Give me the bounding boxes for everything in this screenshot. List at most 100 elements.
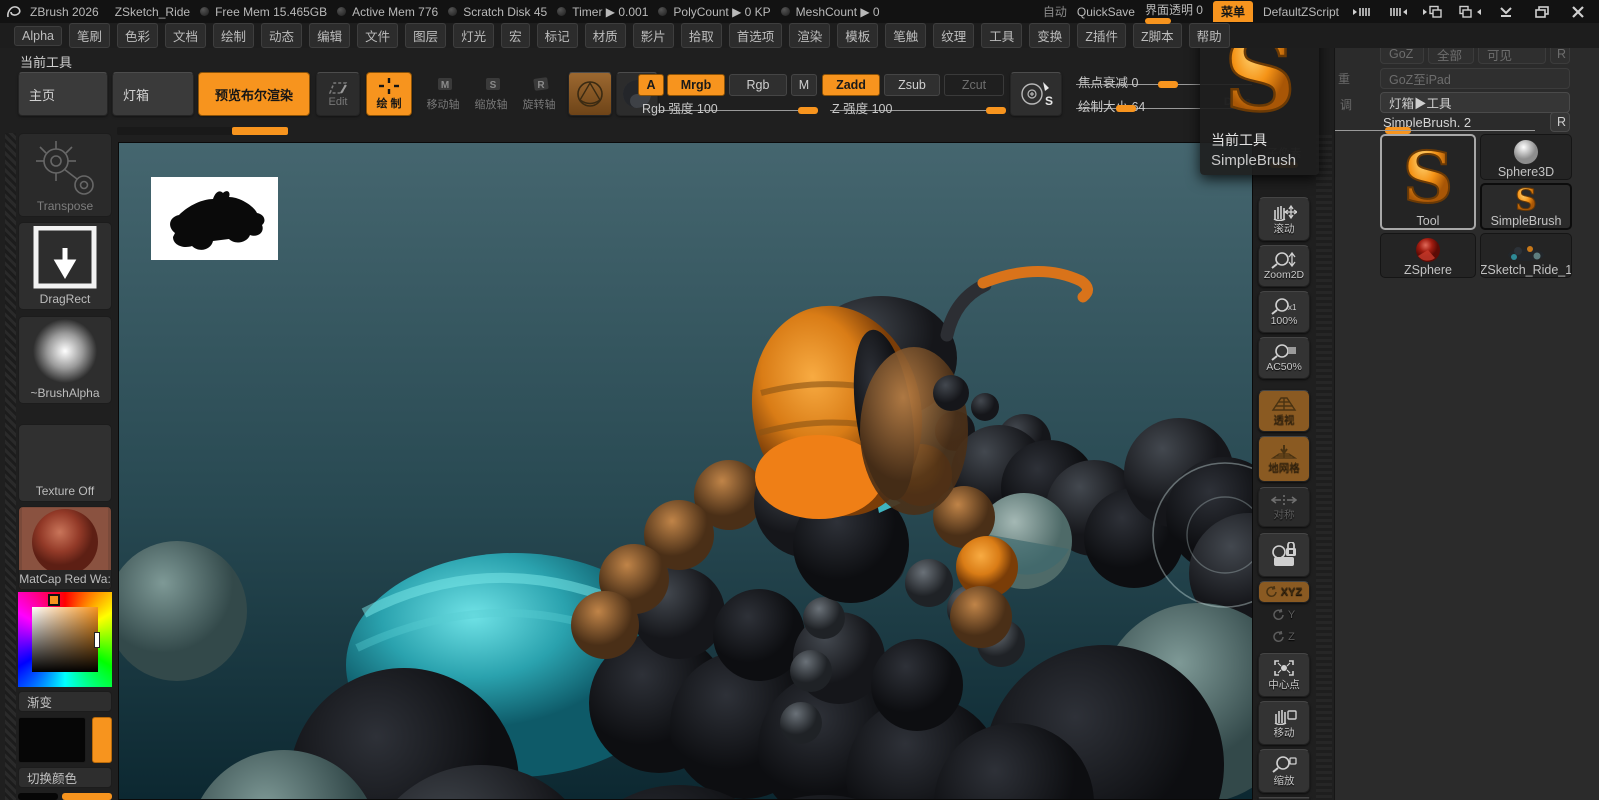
rotate-axis-button[interactable]: R 旋转轴 xyxy=(516,72,562,116)
menu-transform[interactable]: 变换 xyxy=(1029,23,1071,48)
active-tool-slider[interactable] xyxy=(1335,130,1535,131)
tool-item-zsphere[interactable]: ZSphere xyxy=(1380,233,1476,278)
z-intensity-handle[interactable] xyxy=(986,107,1006,114)
close-button[interactable] xyxy=(1565,4,1591,20)
active-tool-thumbnail[interactable]: S Tool xyxy=(1380,134,1476,230)
material-matcap-button[interactable]: MatCap Red Wa: xyxy=(18,506,112,590)
menu-stroke[interactable]: 笔触 xyxy=(885,23,927,48)
menu-brush[interactable]: 笔刷 xyxy=(68,23,110,48)
tool-r-button[interactable]: R xyxy=(1550,112,1570,132)
edit-button[interactable]: Edit xyxy=(316,72,360,116)
symmetry-button[interactable]: 对称 xyxy=(1258,487,1310,527)
alt-color-swatch-partial[interactable] xyxy=(18,793,58,800)
zadd-button[interactable]: Zadd xyxy=(822,74,880,96)
perspective-button[interactable]: 透视 xyxy=(1258,390,1310,432)
antialiased-half-button[interactable]: AC50% xyxy=(1258,337,1310,379)
secondary-color-swatch[interactable] xyxy=(92,717,112,763)
menu-edit[interactable]: 编辑 xyxy=(309,23,351,48)
zsub-button[interactable]: Zsub xyxy=(884,74,940,96)
rotate-y-button[interactable]: Y xyxy=(1258,605,1310,625)
rotate-z-button[interactable]: Z xyxy=(1258,627,1310,647)
move-axis-button[interactable]: M 移动轴 xyxy=(420,72,466,116)
quicksave-button[interactable]: QuickSave xyxy=(1077,5,1135,19)
menu-marker[interactable]: 标记 xyxy=(536,23,578,48)
color-picker[interactable] xyxy=(18,592,112,687)
pan-move-button[interactable]: 移动 xyxy=(1258,701,1310,745)
menu-preferences[interactable]: 首选项 xyxy=(728,23,783,48)
menu-alpha[interactable]: Alpha xyxy=(14,25,62,46)
camera-lock-button[interactable] xyxy=(1258,533,1310,577)
viewport-canvas[interactable] xyxy=(118,142,1253,800)
alpha-channel-button[interactable]: A xyxy=(638,74,664,96)
transpose-button[interactable]: Transpose xyxy=(18,133,112,217)
menu-movie[interactable]: 影片 xyxy=(632,23,674,48)
actual-size-button[interactable]: x1 100% xyxy=(1258,291,1310,333)
brush-preview-button[interactable] xyxy=(568,72,612,116)
menu-help[interactable]: 帮助 xyxy=(1188,23,1230,48)
alpha-brushalpha-button[interactable]: ~BrushAlpha xyxy=(18,316,112,404)
rgb-button[interactable]: Rgb xyxy=(729,74,787,96)
lightbox-divider-slider[interactable] xyxy=(117,127,288,135)
menu-draw[interactable]: 绘制 xyxy=(213,23,255,48)
hue-cursor[interactable] xyxy=(48,594,60,606)
menu-dynamic[interactable]: 动态 xyxy=(261,23,303,48)
menu-zplugin[interactable]: Z插件 xyxy=(1077,23,1126,48)
lightbox-button[interactable]: 灯箱 xyxy=(112,72,194,116)
m-button[interactable]: M xyxy=(791,74,817,96)
frame-center-button[interactable]: 中心点 xyxy=(1258,653,1310,697)
menu-layer[interactable]: 图层 xyxy=(405,23,447,48)
home-button[interactable]: 主页 xyxy=(18,72,108,116)
menu-light[interactable]: 灯光 xyxy=(453,23,495,48)
sv-cursor[interactable] xyxy=(94,632,100,648)
lazy-mouse-button[interactable]: S xyxy=(1010,72,1062,116)
draw-size-handle[interactable] xyxy=(1116,105,1136,112)
menu-macro[interactable]: 宏 xyxy=(501,23,530,48)
rgb-intensity-handle[interactable] xyxy=(798,107,818,114)
minimize-button[interactable] xyxy=(1493,4,1519,20)
floor-grid-button[interactable]: 地网格 xyxy=(1258,436,1310,482)
alt-color-swatch-partial[interactable] xyxy=(62,793,112,800)
menu-stencil[interactable]: 模板 xyxy=(837,23,879,48)
menu-zscript[interactable]: Z脚本 xyxy=(1132,23,1182,48)
menu-color[interactable]: 色彩 xyxy=(117,23,159,48)
menu-tool[interactable]: 工具 xyxy=(981,23,1023,48)
menu-picker[interactable]: 拾取 xyxy=(680,23,722,48)
next-ui-layout-button[interactable] xyxy=(1457,4,1483,20)
menu-file[interactable]: 文件 xyxy=(357,23,399,48)
main-color-swatch[interactable] xyxy=(18,717,86,763)
saturation-value-square[interactable] xyxy=(32,607,98,672)
menu-material[interactable]: 材质 xyxy=(584,23,626,48)
goz-ipad-button[interactable]: GoZ至iPad xyxy=(1380,68,1570,89)
prev-ui-layout-button[interactable] xyxy=(1421,4,1447,20)
zoom2d-button[interactable]: Zoom2D xyxy=(1258,245,1310,287)
stroke-dragrect-button[interactable]: DragRect xyxy=(18,222,112,310)
menu-document[interactable]: 文档 xyxy=(165,23,207,48)
rotate-xyz-button[interactable]: XYZ xyxy=(1258,581,1310,603)
texture-off-button[interactable]: Texture Off xyxy=(18,424,112,502)
ui-opacity-handle[interactable] xyxy=(1144,18,1171,24)
tool-item-simplebrush[interactable]: S SimpleBrush xyxy=(1480,183,1572,230)
menu-button[interactable]: 菜单 xyxy=(1212,1,1253,22)
restore-button[interactable] xyxy=(1529,4,1555,20)
ui-opacity-slider[interactable]: 界面透明 0 xyxy=(1144,1,1203,24)
zcut-button[interactable]: Zcut xyxy=(944,74,1004,96)
lightbox-to-tool-button[interactable]: 灯箱▶工具 xyxy=(1380,92,1570,113)
scroll-button[interactable]: 滚动 xyxy=(1258,197,1310,241)
tool-item-zsketch-ride[interactable]: ZSketch_Ride_1 xyxy=(1480,233,1572,278)
collapse-left-tray-button[interactable] xyxy=(1349,4,1375,20)
menu-texture[interactable]: 纹理 xyxy=(933,23,975,48)
zscript-button[interactable]: DefaultZScript xyxy=(1263,5,1339,19)
zoom3d-button[interactable]: 缩放 xyxy=(1258,749,1310,793)
menu-render[interactable]: 渲染 xyxy=(789,23,831,48)
switch-color-button[interactable]: 切换颜色 xyxy=(18,767,112,788)
tray-divider[interactable] xyxy=(1316,135,1332,800)
focal-shift-handle[interactable] xyxy=(1158,81,1178,88)
left-tray-scrollbar[interactable] xyxy=(5,133,16,800)
tool-item-sphere3d[interactable]: Sphere3D xyxy=(1480,134,1572,180)
collapse-right-tray-button[interactable] xyxy=(1385,4,1411,20)
draw-button[interactable]: 绘 制 xyxy=(366,72,412,116)
scale-axis-button[interactable]: S 缩放轴 xyxy=(468,72,514,116)
mrgb-button[interactable]: Mrgb xyxy=(667,74,725,96)
gradient-button[interactable]: 渐变 xyxy=(18,691,112,712)
preview-boolean-button[interactable]: 预览布尔渲染 xyxy=(198,72,310,116)
